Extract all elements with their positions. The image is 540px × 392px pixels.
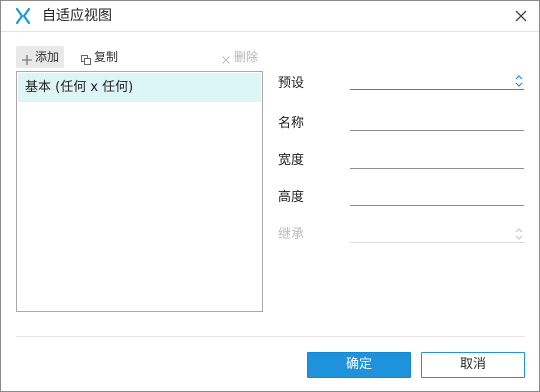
copy-view-button[interactable]: 复制	[78, 46, 118, 68]
delete-label: 删除	[234, 50, 259, 64]
preset-label: 预设	[278, 76, 305, 91]
copy-icon	[80, 51, 92, 65]
dialog-title: 自适应视图	[42, 8, 112, 24]
preset-select[interactable]	[350, 72, 524, 90]
name-field[interactable]	[350, 113, 524, 131]
adaptive-views-dialog: 自适应视图 添加 复制 删除 基本 (任何 x 任何) 预设 名称 宽度 高度 …	[0, 0, 540, 392]
footer-divider	[16, 336, 525, 337]
name-input[interactable]	[350, 113, 524, 130]
height-label: 高度	[278, 190, 305, 205]
width-input[interactable]	[350, 151, 524, 168]
delete-view-button[interactable]: 删除	[220, 46, 258, 68]
height-input[interactable]	[350, 188, 524, 205]
inherit-label: 继承	[278, 227, 305, 242]
height-field[interactable]	[350, 188, 524, 206]
list-item[interactable]: 基本 (任何 x 任何)	[18, 73, 261, 102]
close-button[interactable]	[511, 6, 531, 26]
plus-icon	[21, 51, 33, 65]
axure-x-icon	[15, 7, 31, 25]
preset-input[interactable]	[350, 72, 524, 89]
views-list[interactable]: 基本 (任何 x 任何)	[16, 71, 263, 312]
inherit-select[interactable]	[350, 225, 524, 243]
updown-chevron-icon[interactable]	[514, 73, 524, 89]
width-field[interactable]	[350, 151, 524, 169]
cancel-button[interactable]: 取消	[421, 352, 525, 378]
ok-button[interactable]: 确定	[307, 352, 411, 378]
width-label: 宽度	[278, 153, 305, 168]
name-label: 名称	[278, 116, 305, 131]
add-view-button[interactable]: 添加	[16, 46, 64, 68]
inherit-input[interactable]	[350, 225, 524, 242]
title-bar: 自适应视图	[1, 1, 539, 32]
views-toolbar: 添加 复制 删除	[16, 46, 266, 68]
close-icon	[515, 10, 527, 22]
add-label: 添加	[35, 50, 60, 64]
delete-x-icon	[220, 51, 232, 64]
copy-label: 复制	[94, 50, 119, 64]
updown-chevron-icon	[514, 226, 524, 242]
